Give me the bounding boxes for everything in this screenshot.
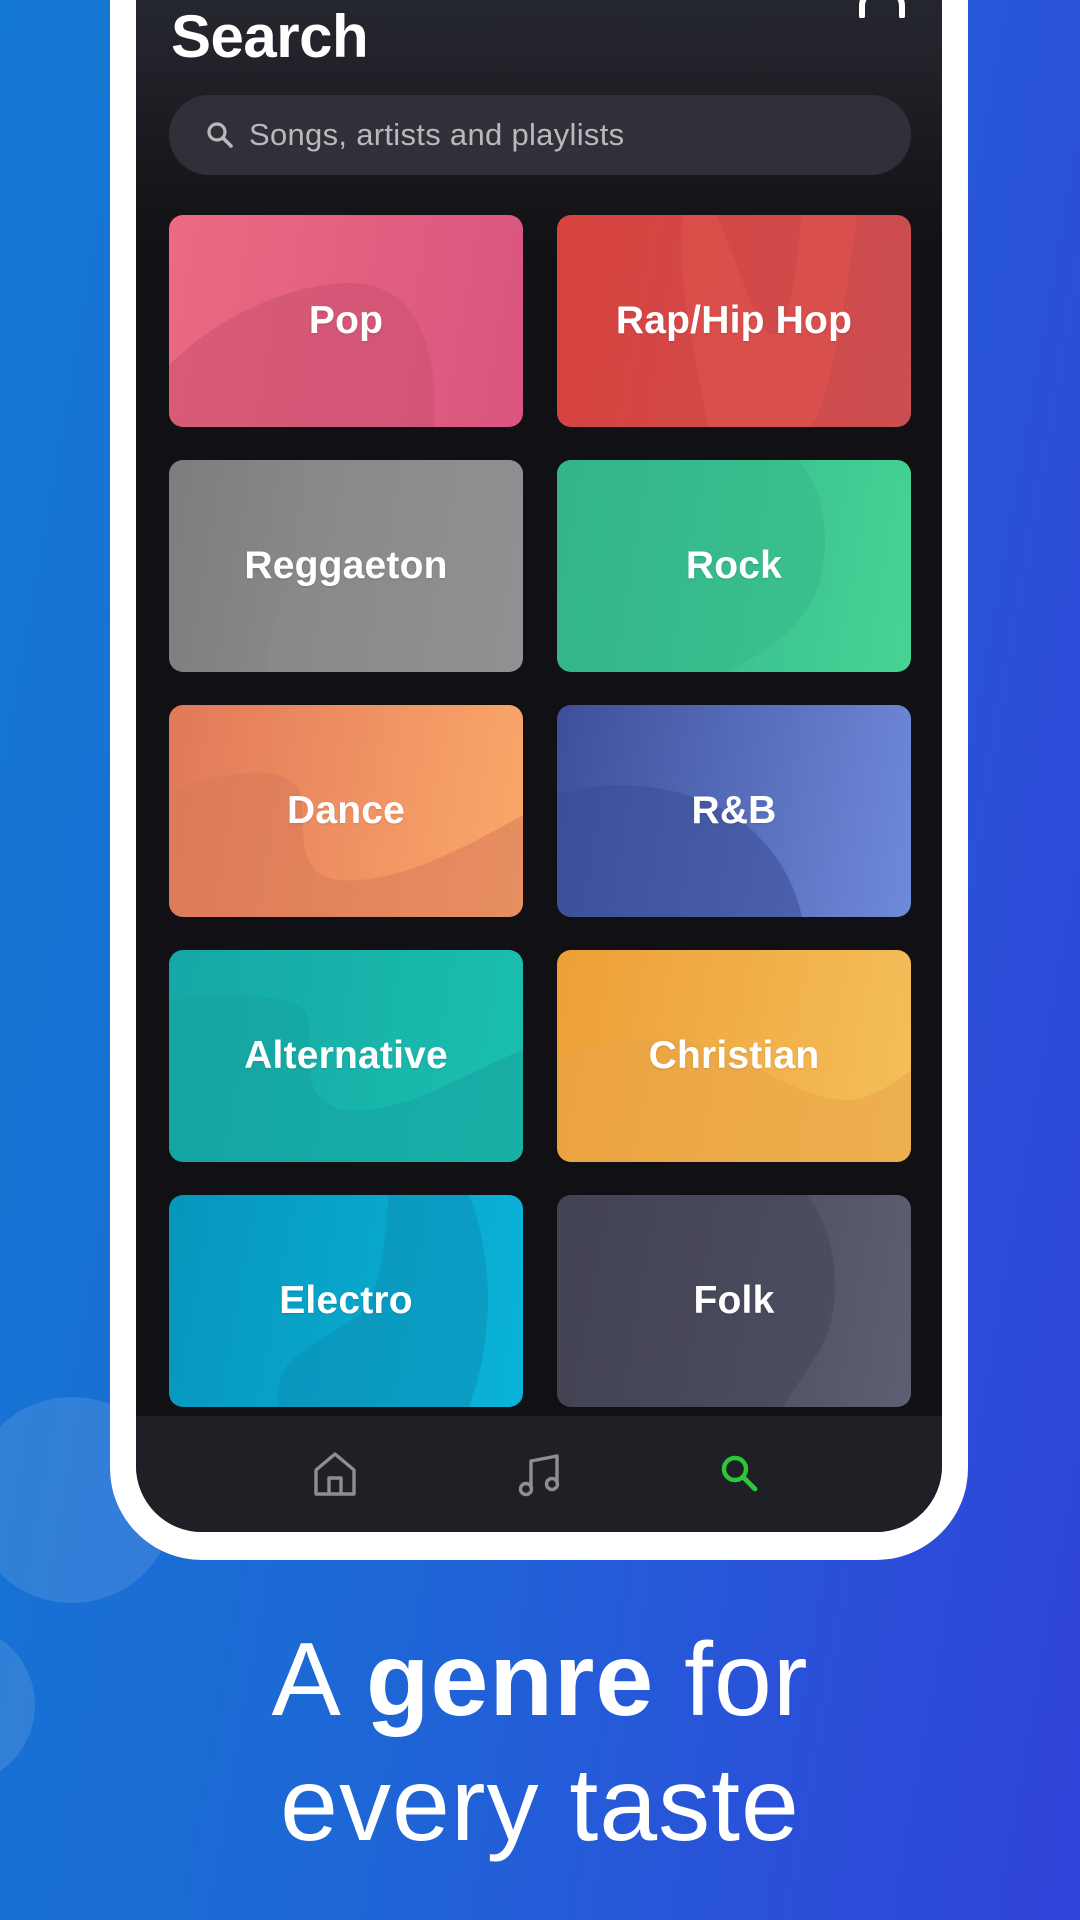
genre-card-dance[interactable]: Dance <box>169 705 523 917</box>
genre-card-rock[interactable]: Rock <box>557 460 911 672</box>
profile-icon[interactable] <box>856 0 908 18</box>
genre-card-r-and-b[interactable]: R&B <box>557 705 911 917</box>
search-icon <box>721 1455 758 1492</box>
search-icon <box>207 122 233 148</box>
tagline-text: A <box>271 1622 367 1738</box>
genre-label: Pop <box>308 299 384 342</box>
genre-card-electro[interactable]: Electro <box>169 1195 523 1407</box>
genre-card-christian[interactable]: Christian <box>557 950 911 1162</box>
page-title: Search <box>171 3 369 70</box>
tagline-emphasis: genre <box>366 1622 655 1738</box>
nav-home[interactable] <box>305 1446 365 1502</box>
genre-label: Alternative <box>244 1034 448 1077</box>
tagline-line-1: A genre for <box>0 1618 1080 1743</box>
bottom-nav <box>136 1416 942 1532</box>
tagline-line-2: every taste <box>280 1747 800 1863</box>
app-screen: Search Songs, artists and playlists Pop … <box>136 0 942 1532</box>
home-icon <box>314 1452 356 1496</box>
genre-label: Electro <box>279 1279 413 1322</box>
genre-card-rap-hip-hop[interactable]: Rap/Hip Hop <box>557 215 911 427</box>
phone-frame: Search Songs, artists and playlists Pop … <box>110 0 968 1560</box>
genre-label: Reggaeton <box>244 544 448 587</box>
tagline: A genre for every taste <box>0 1618 1080 1868</box>
genre-card-reggaeton[interactable]: Reggaeton <box>169 460 523 672</box>
genre-label: Rock <box>685 544 783 587</box>
genre-label: Christian <box>648 1034 820 1077</box>
nav-search[interactable] <box>710 1446 770 1502</box>
genre-label: Folk <box>693 1279 775 1322</box>
genre-card-pop[interactable]: Pop <box>169 215 523 427</box>
genre-card-alternative[interactable]: Alternative <box>169 950 523 1162</box>
genre-card-folk[interactable]: Folk <box>557 1195 911 1407</box>
music-note-icon <box>518 1454 560 1497</box>
genre-label: R&B <box>691 789 777 832</box>
search-placeholder: Songs, artists and playlists <box>249 117 625 152</box>
genre-label: Rap/Hip Hop <box>615 299 853 342</box>
genre-label: Dance <box>286 789 406 832</box>
search-input[interactable]: Songs, artists and playlists <box>169 95 911 175</box>
nav-library[interactable] <box>510 1446 570 1502</box>
tagline-text: for <box>654 1622 809 1738</box>
